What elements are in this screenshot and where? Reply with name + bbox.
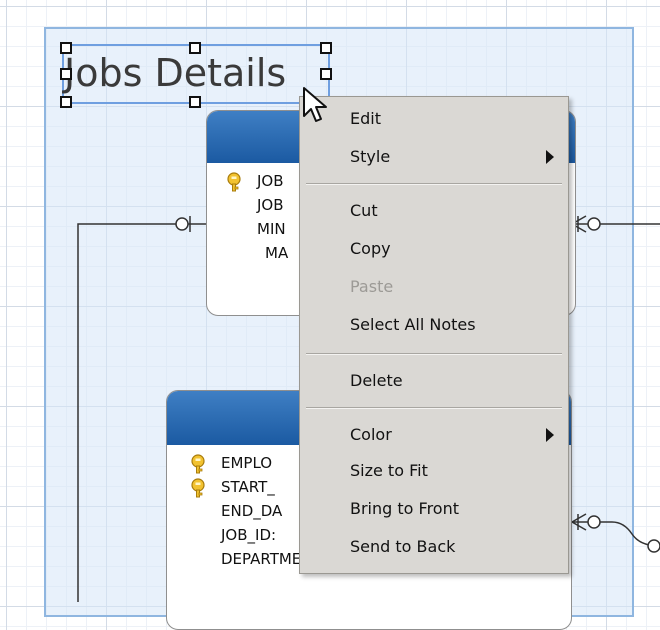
menu-item-label: Send to Back <box>350 537 456 556</box>
menu-item-label: Edit <box>350 109 381 128</box>
column-label: EMPLO <box>221 454 273 472</box>
resize-handle-bottom[interactable] <box>189 96 201 108</box>
column-label: MA <box>265 244 289 262</box>
menu-item-color[interactable]: Color <box>300 417 568 453</box>
arrow-cursor-icon <box>303 87 327 122</box>
submenu-arrow-icon <box>546 150 554 164</box>
menu-item-label: Size to Fit <box>350 461 428 480</box>
note-text: Jobs Details <box>64 51 287 95</box>
resize-handle-right[interactable] <box>320 68 332 80</box>
menu-item-label: Copy <box>350 239 391 258</box>
menu-item-label: Paste <box>350 277 394 296</box>
relationship-line-lower-right <box>572 521 660 547</box>
menu-item-style[interactable]: Style <box>300 139 568 175</box>
menu-item-label: Color <box>350 425 392 444</box>
menu-item-copy[interactable]: Copy <box>300 231 568 267</box>
column-label: MIN <box>257 220 286 238</box>
menu-item-delete[interactable]: Delete <box>300 363 568 399</box>
menu-separator <box>306 183 562 185</box>
resize-handle-top-left[interactable] <box>60 42 72 54</box>
one-cardinality-marker-left <box>175 216 191 232</box>
menu-item-label: Style <box>350 147 391 166</box>
menu-item-bring-to-front[interactable]: Bring to Front <box>300 491 568 527</box>
column-label: JOB <box>257 172 284 190</box>
menu-item-label: Delete <box>350 371 403 390</box>
submenu-arrow-icon <box>546 428 554 442</box>
menu-item-send-to-back[interactable]: Send to Back <box>300 529 568 565</box>
menu-item-paste: Paste <box>300 269 568 305</box>
column-label: JOB <box>257 196 284 214</box>
menu-item-label: Bring to Front <box>350 499 459 518</box>
primary-key-icon <box>191 454 205 474</box>
resize-handle-top-right[interactable] <box>320 42 332 54</box>
resize-handle-left[interactable] <box>60 68 72 80</box>
menu-item-cut[interactable]: Cut <box>300 193 568 229</box>
resize-handle-bottom-left[interactable] <box>60 96 72 108</box>
menu-item-select-all-notes[interactable]: Select All Notes <box>300 307 568 343</box>
menu-item-size-to-fit[interactable]: Size to Fit <box>300 453 568 489</box>
menu-item-edit[interactable]: Edit <box>300 101 568 137</box>
primary-key-icon <box>191 478 205 498</box>
column-label: JOB_ID: <box>221 526 277 544</box>
menu-item-label: Select All Notes <box>350 315 476 334</box>
connector-end-marker <box>647 539 660 553</box>
primary-key-icon <box>227 172 241 192</box>
menu-separator <box>306 353 562 355</box>
diagram-canvas[interactable]: JOB JOB MIN MA J <box>0 0 660 630</box>
menu-item-label: Cut <box>350 201 378 220</box>
menu-separator <box>306 407 562 409</box>
column-label: END_DA <box>221 502 283 520</box>
column-label: START_ <box>221 478 275 496</box>
resize-handle-top[interactable] <box>189 42 201 54</box>
context-menu: Edit Style Cut Copy Paste Select All Not… <box>299 96 569 574</box>
